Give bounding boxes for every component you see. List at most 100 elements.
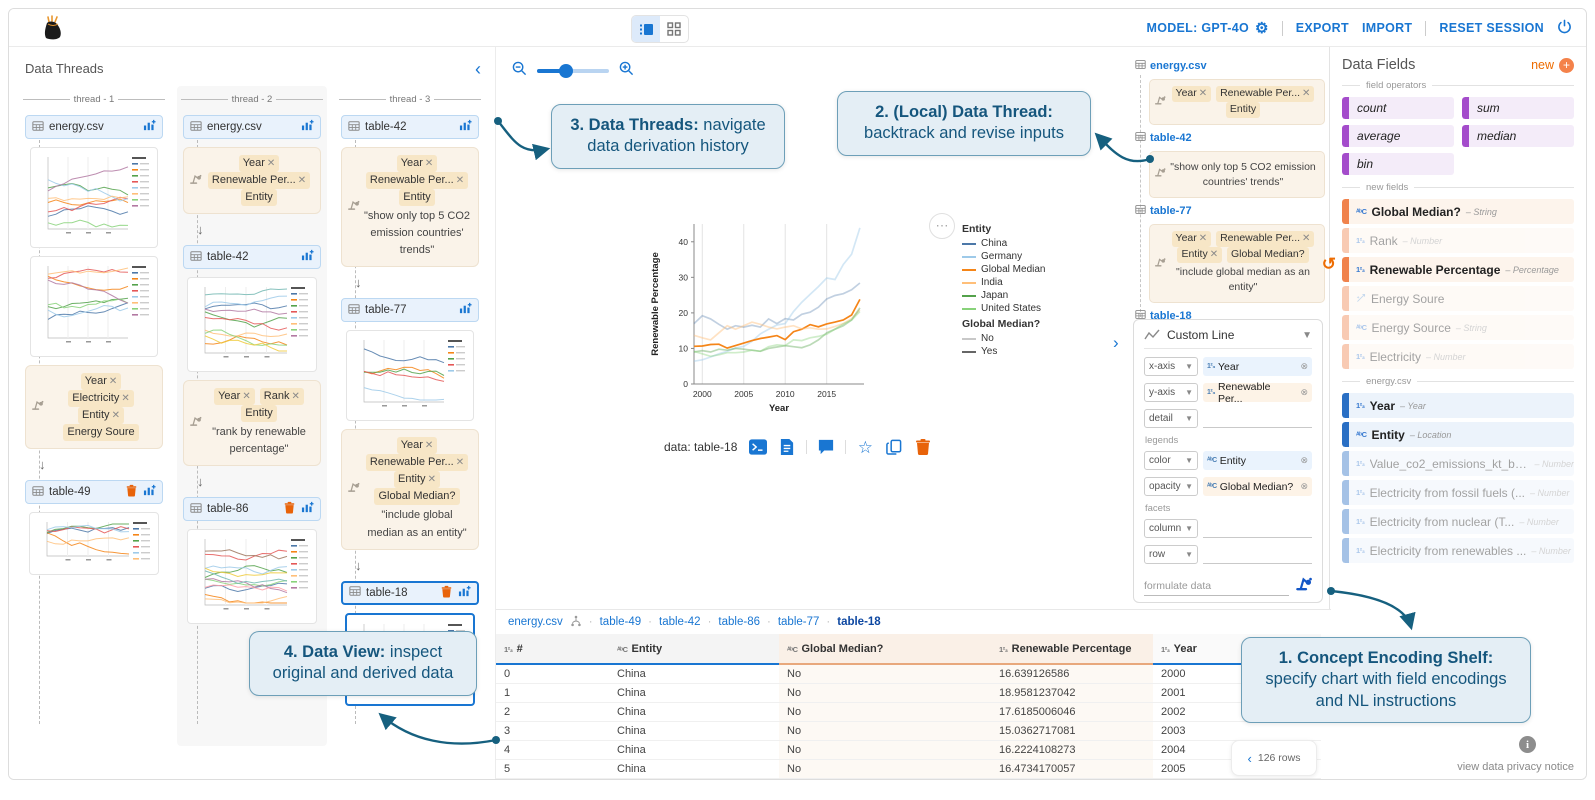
field-chip[interactable]: Year✕ [397,155,438,172]
channel-select-detail[interactable]: detail▼ [1144,409,1198,428]
remove-field-icon[interactable]: ⊗ [1300,481,1308,492]
field-chip[interactable]: Renewable Per...✕ [208,172,310,189]
chat-icon[interactable] [816,437,836,457]
carousel-view-button[interactable] [632,16,660,42]
tab-table-77[interactable]: table-77 [778,616,820,628]
expand-shelf-icon[interactable]: › [1113,333,1119,353]
remove-chip-icon[interactable]: ✕ [1210,249,1218,260]
field-chip[interactable]: Energy Soure [63,424,138,441]
table-card[interactable]: table-77 [341,298,479,322]
field-chip[interactable]: Year✕ [81,373,122,390]
field-row-electricity[interactable]: 1²₃Electricity– Number [1342,344,1574,369]
encoding-field-detail[interactable] [1203,409,1312,428]
table-card-name[interactable]: table-77 [365,304,454,316]
remove-chip-icon[interactable]: ✕ [112,410,120,421]
encoding-field-color[interactable]: ᴬᵇCEntity⊗ [1203,451,1312,470]
remove-field-icon[interactable]: ⊗ [1300,455,1308,466]
column-header--[interactable]: 1²₃# [496,634,609,664]
channel-select-color[interactable]: color▼ [1144,451,1198,470]
new-field-button[interactable]: new + [1531,58,1574,73]
field-chip[interactable]: Entity [1226,102,1260,118]
remove-chip-icon[interactable]: ✕ [456,457,464,468]
encoding-field-column[interactable] [1203,519,1312,538]
remove-chip-icon[interactable]: ✕ [456,175,464,186]
table-card-name[interactable]: table-49 [49,486,120,498]
chart-thumbnail[interactable] [187,277,317,372]
row-count-pager[interactable]: ‹ 126 rows [1231,740,1317,776]
field-chip[interactable]: Renewable Per...✕ [1216,231,1314,247]
info-icon[interactable]: i [1519,736,1536,753]
add-chart-icon[interactable] [301,249,314,265]
operator-count[interactable]: count [1342,97,1454,119]
formulate-robot-icon[interactable] [1295,574,1312,596]
channel-select-row[interactable]: row▼ [1144,545,1198,564]
encoding-field-y-axis[interactable]: 1²₃Renewable Per...⊗ [1203,383,1312,402]
concept-card[interactable]: Year✕ Renewable Per...✕ Entity "show onl… [341,147,479,267]
field-row-energy-soure[interactable]: Energy Soure [1342,286,1574,311]
data-log-icon[interactable] [777,437,797,457]
local-thread-table-link[interactable]: energy.csv [1135,59,1325,73]
delete-table-icon[interactable] [283,501,296,517]
chevron-left-icon[interactable]: ‹ [1248,751,1252,766]
field-row-entity[interactable]: ᴬᵇCEntity– Location [1342,422,1574,447]
field-chip[interactable]: Entity [241,405,277,422]
chart-type-selector[interactable]: Custom Line ▼ [1144,328,1312,349]
field-chip[interactable]: Rank✕ [260,388,304,405]
tab-table-49[interactable]: table-49 [600,616,642,628]
export-button[interactable]: EXPORT [1296,21,1349,35]
local-thread-concept-card[interactable]: Year✕ Renewable Per...✕ Entity✕ Global M… [1149,224,1325,303]
field-chip[interactable]: Year✕ [1172,86,1212,102]
field-chip[interactable]: Entity✕ [394,471,440,488]
zoom-slider-handle[interactable] [559,64,573,78]
field-chip[interactable]: Entity [399,189,435,206]
field-row-electricity-from-renewables-[interactable]: 1²₃Electricity from renewables ...– Numb… [1342,538,1574,563]
field-chip[interactable]: Global Median? [374,488,459,505]
chart-more-options-button[interactable]: ⋯ [929,213,955,239]
chart-thumbnail[interactable] [346,330,474,421]
remove-chip-icon[interactable]: ✕ [428,474,436,485]
remove-chip-icon[interactable]: ✕ [121,393,129,404]
privacy-notice-link[interactable]: view data privacy notice [1457,761,1574,773]
local-thread-table-name[interactable]: table-42 [1150,132,1192,144]
field-row-electricity-from-nuclear-t-[interactable]: 1²₃Electricity from nuclear (T...– Numbe… [1342,509,1574,534]
column-header-entity[interactable]: ᴬᵇCEntity [609,634,779,664]
field-chip[interactable]: Global Median? [1227,247,1309,263]
table-card[interactable]: table-42 [341,115,479,139]
remove-chip-icon[interactable]: ✕ [1199,233,1207,244]
tab-table-86[interactable]: table-86 [718,616,760,628]
import-button[interactable]: IMPORT [1362,21,1412,35]
remove-chip-icon[interactable]: ✕ [1302,233,1310,244]
tab-energy.csv[interactable]: energy.csv [508,616,563,628]
field-row-renewable-percentage[interactable]: 1²₃Renewable Percentage– Percentage [1342,257,1574,282]
table-card-name[interactable]: energy.csv [49,121,138,133]
remove-chip-icon[interactable]: ✕ [425,158,433,169]
gear-icon[interactable]: ⚙ [1255,21,1269,36]
field-chip[interactable]: Year✕ [239,155,280,172]
operator-sum[interactable]: sum [1462,97,1574,119]
table-card-name[interactable]: table-42 [365,121,454,133]
field-row-energy-source[interactable]: ᴬᵇCEnergy Source– String [1342,315,1574,340]
encoding-field-row[interactable] [1203,545,1312,564]
power-icon[interactable] [1557,19,1572,37]
add-chart-icon[interactable] [143,119,156,135]
field-chip[interactable]: Year✕ [1172,231,1212,247]
local-thread-concept-card[interactable]: Year✕ Renewable Per...✕ Entity [1149,79,1325,125]
operator-average[interactable]: average [1342,125,1454,147]
remove-field-icon[interactable]: ⊗ [1300,361,1308,372]
remove-chip-icon[interactable]: ✕ [291,391,299,402]
table-card-name[interactable]: table-18 [366,587,435,599]
local-thread-table-link[interactable]: table-18 [1135,309,1325,323]
zoom-slider[interactable] [537,69,609,73]
tab-table-18[interactable]: table-18 [837,616,880,628]
channel-select-y-axis[interactable]: y-axis▼ [1144,383,1198,402]
concept-card[interactable]: Year✕ Renewable Per...✕ Entity✕ Global M… [341,429,479,549]
field-chip[interactable]: Electricity✕ [68,390,133,407]
delete-chart-icon[interactable] [913,437,933,457]
column-header-renewable-percentage[interactable]: 1²₃Renewable Percentage [991,634,1153,664]
table-card[interactable]: table-49 [25,480,163,504]
table-card[interactable]: energy.csv [25,115,163,139]
favorite-star-icon[interactable]: ☆ [855,437,875,457]
chart-thumbnail[interactable] [30,256,158,357]
concept-card[interactable]: Year✕ Renewable Per...✕ Entity [183,147,321,214]
table-card[interactable]: table-86 [183,497,321,521]
